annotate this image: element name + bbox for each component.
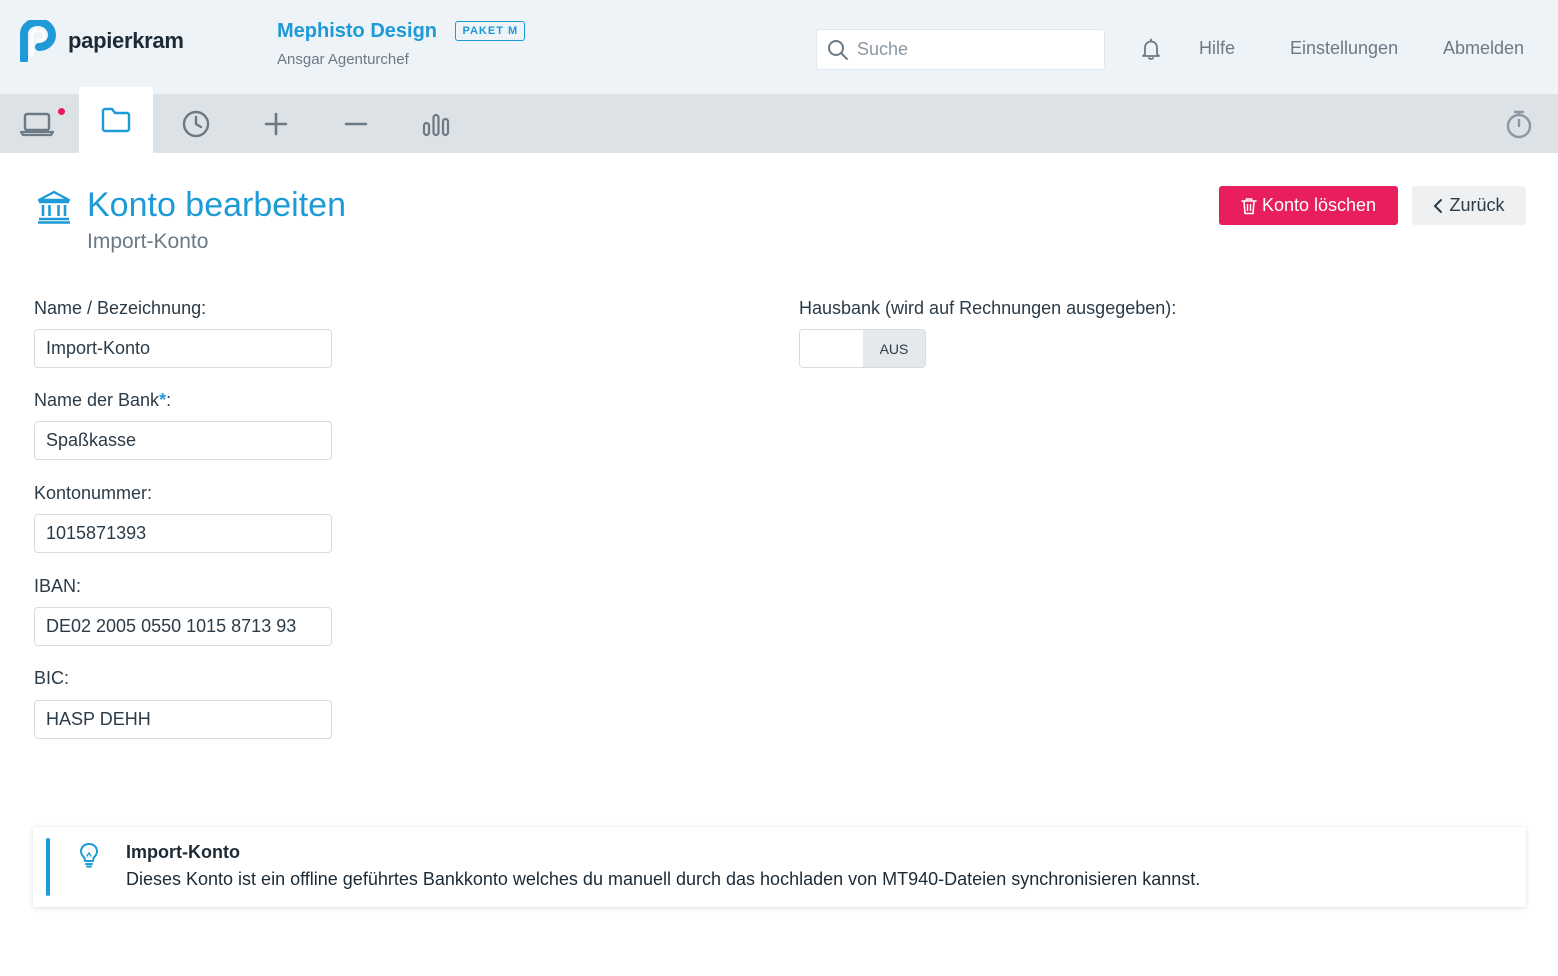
bic-label: BIC: (34, 668, 70, 688)
toolbar-documents[interactable] (79, 87, 153, 153)
name-field[interactable] (34, 329, 332, 368)
info-box: Import-Konto Dieses Konto ist ein offlin… (33, 827, 1526, 907)
brand-name: papierkram (68, 28, 184, 53)
toolbar-expenses[interactable] (319, 94, 393, 153)
back-label: Zurück (1449, 195, 1505, 215)
logout-link[interactable]: Abmelden (1443, 38, 1524, 59)
bic-field[interactable] (34, 700, 332, 739)
clock-icon (182, 110, 210, 137)
info-accent-bar (46, 838, 50, 896)
stopwatch-icon (1506, 110, 1532, 138)
back-button[interactable]: Zurück (1412, 186, 1526, 225)
search-icon (828, 39, 848, 60)
info-text: Dieses Konto ist ein offline geführtes B… (126, 869, 1201, 889)
bank-name-label: Name der Bank*: (34, 390, 171, 411)
lightbulb-icon (80, 843, 98, 868)
plan-badge: PAKET M (455, 21, 526, 41)
page-subtitle: Import-Konto (87, 230, 209, 253)
trash-icon (1241, 197, 1257, 214)
delete-account-button[interactable]: Konto löschen (1219, 186, 1398, 225)
iban-label: IBAN: (34, 576, 82, 596)
account-number-field[interactable] (34, 514, 332, 553)
main-toolbar (0, 87, 1558, 153)
hausbank-toggle[interactable]: AUS (799, 329, 926, 368)
toolbar-timer[interactable] (1482, 94, 1556, 153)
toggle-on-side (800, 330, 863, 367)
notification-dot (58, 108, 65, 115)
toolbar-reports[interactable] (399, 94, 473, 153)
app-header: papierkram Mephisto Design PAKET M Ansga… (0, 0, 1558, 94)
iban-field[interactable] (34, 607, 332, 646)
company-name[interactable]: Mephisto Design (277, 20, 437, 43)
page-title: Konto bearbeiten (87, 186, 346, 224)
toolbar-dashboard[interactable] (0, 94, 74, 153)
plus-icon (264, 112, 288, 135)
bank-name-label-suffix: : (166, 390, 172, 410)
delete-account-label: Konto löschen (1261, 195, 1377, 215)
toolbar-income[interactable] (239, 94, 313, 153)
toggle-state-label: AUS (863, 330, 925, 367)
laptop-icon (20, 112, 54, 136)
bar-chart-icon (422, 113, 450, 136)
name-label: Name / Bezeichnung: (34, 298, 207, 318)
bank-name-label-text: Name der Bank (34, 390, 160, 410)
chevron-left-icon (1434, 198, 1443, 213)
hausbank-label: Hausbank (wird auf Rechnungen ausgegeben… (799, 298, 1177, 318)
user-name: Ansgar Agenturchef (277, 51, 409, 68)
bell-icon[interactable] (1140, 38, 1162, 60)
account-number-label: Kontonummer: (34, 483, 153, 503)
settings-link[interactable]: Einstellungen (1290, 38, 1398, 59)
company-info: Mephisto Design PAKET M Ansgar Agenturch… (277, 20, 526, 68)
papierkram-logo-icon (20, 20, 57, 62)
search-box[interactable] (816, 29, 1105, 70)
folder-icon (101, 107, 131, 133)
help-link[interactable]: Hilfe (1199, 38, 1235, 59)
search-input[interactable] (857, 39, 1087, 60)
brand-logo[interactable]: papierkram (18, 20, 184, 62)
minus-icon (344, 122, 368, 125)
bank-icon (37, 190, 71, 224)
info-title: Import-Konto (126, 842, 240, 862)
toolbar-time[interactable] (159, 94, 233, 153)
bank-name-field[interactable] (34, 421, 332, 460)
